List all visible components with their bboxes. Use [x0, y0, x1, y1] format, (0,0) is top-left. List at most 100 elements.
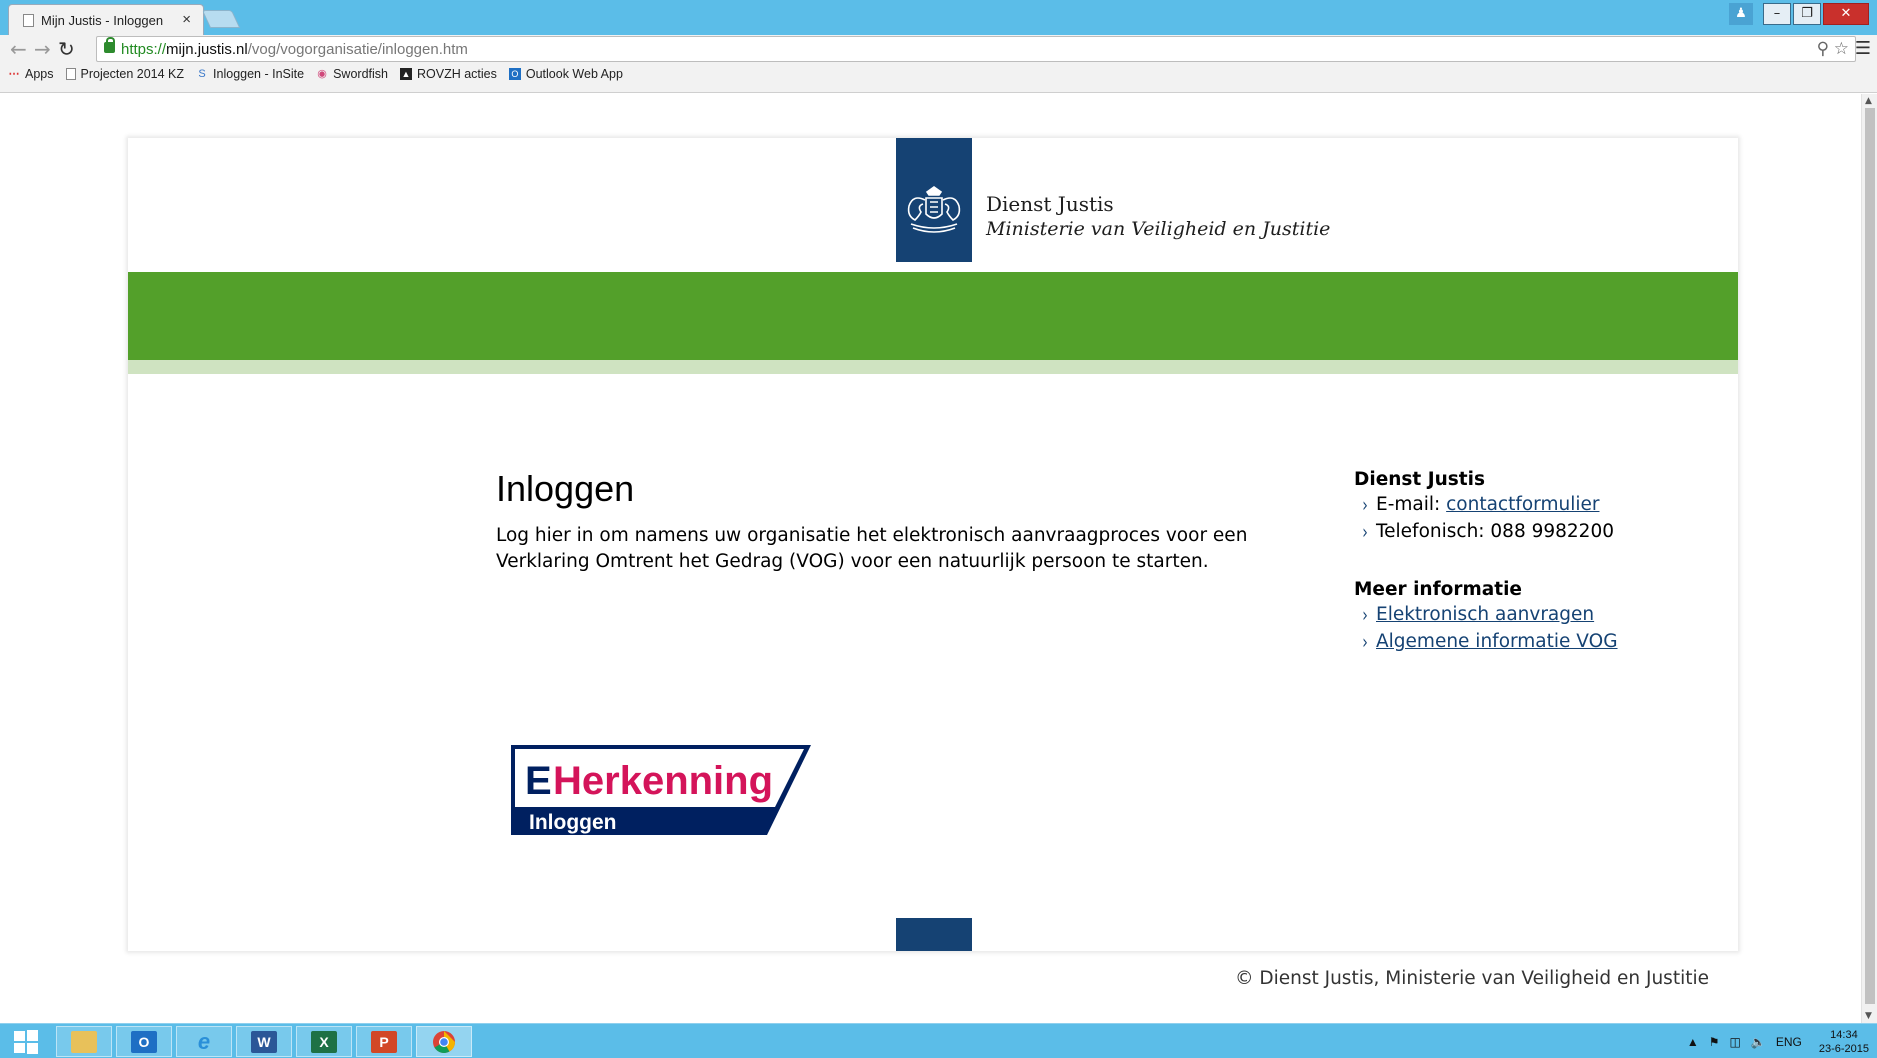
excel-icon: X: [311, 1030, 337, 1053]
page-favicon-icon: [23, 14, 34, 27]
taskbar-word[interactable]: W: [236, 1026, 292, 1057]
eherkenning-brand-e: E: [525, 759, 552, 803]
contact-heading: Dienst Justis: [1354, 469, 1485, 490]
link-elektronisch-aanvragen[interactable]: Elektronisch aanvragen: [1376, 604, 1594, 625]
forward-arrow-icon[interactable]: →: [34, 37, 51, 61]
flag-icon[interactable]: ⚑: [1709, 1035, 1720, 1049]
scrollbar-thumb[interactable]: [1865, 108, 1875, 1004]
chrome-icon: [433, 1030, 455, 1053]
browser-toolbar: ← → ↻ https://mijn.justis.nl/vog/vogorga…: [0, 35, 1877, 93]
page-title: Inloggen: [496, 468, 635, 509]
powerpoint-icon: P: [371, 1030, 397, 1053]
taskbar-powerpoint[interactable]: P: [356, 1026, 412, 1057]
info-link-item: › Elektronisch aanvragen: [1354, 602, 1694, 629]
bookmark-swordfish[interactable]: ◉ Swordfish: [316, 67, 388, 81]
folder-icon: [71, 1030, 97, 1053]
word-icon: W: [251, 1030, 277, 1053]
bookmark-label: Apps: [25, 67, 54, 81]
windows-logo-icon: [14, 1029, 38, 1054]
swordfish-icon: ◉: [317, 68, 327, 80]
clock-time: 14:34: [1830, 1029, 1858, 1041]
page-card: Dienst Justis Ministerie van Veiligheid …: [128, 138, 1738, 951]
page-viewport: Dienst Justis Ministerie van Veiligheid …: [0, 94, 1861, 1023]
bookmark-star-icon[interactable]: ☆: [1834, 39, 1849, 58]
bookmark-label: Swordfish: [333, 67, 388, 81]
clock[interactable]: 14:34 23-6-2015: [1819, 1028, 1869, 1056]
footer-logo-block: [896, 918, 972, 951]
taskbar-outlook[interactable]: O: [116, 1026, 172, 1057]
chevron-right-icon: ›: [1362, 631, 1368, 655]
bookmark-rovzh[interactable]: ▲ ROVZH acties: [399, 67, 497, 81]
email-label: E-mail:: [1376, 494, 1447, 515]
copyright-text: © Dienst Justis, Ministerie van Veilighe…: [1234, 968, 1709, 989]
chrome-user-icon[interactable]: ♟: [1729, 3, 1753, 25]
taskbar-chrome[interactable]: [416, 1026, 472, 1057]
url-scheme: https://: [121, 41, 167, 58]
url-host: mijn.justis.nl: [166, 41, 248, 58]
network-icon[interactable]: ◫: [1730, 1035, 1741, 1049]
reload-icon[interactable]: ↻: [58, 37, 75, 61]
bookmark-apps[interactable]: ⋯ Apps: [8, 67, 54, 81]
taskbar-internet-explorer[interactable]: e: [176, 1026, 232, 1057]
back-arrow-icon[interactable]: ←: [10, 37, 27, 61]
email-item: › E-mail: contactformulier: [1354, 492, 1694, 519]
scroll-down-arrow-icon[interactable]: ▼: [1865, 1011, 1872, 1021]
new-tab-button[interactable]: [201, 10, 241, 28]
minimize-button[interactable]: –: [1763, 3, 1791, 25]
restore-button[interactable]: ❐: [1793, 3, 1821, 25]
eherkenning-action: Inloggen: [529, 811, 617, 834]
main-content: Inloggen Log hier in om namens uw organi…: [496, 468, 1296, 575]
bookmark-insite[interactable]: S Inloggen - InSite: [196, 67, 304, 81]
phone-item: › Telefonisch: 088 9982200: [1354, 519, 1694, 546]
ministry-name: Ministerie van Veiligheid en Justitie: [986, 218, 1331, 240]
page-icon: [65, 68, 76, 80]
volume-icon[interactable]: 🔈: [1751, 1035, 1766, 1049]
vertical-scrollbar[interactable]: ▲ ▼: [1861, 94, 1877, 1023]
rovzh-icon: ▲: [399, 68, 412, 80]
bookmarks-bar: ⋯ Apps Projecten 2014 KZ S Inloggen - InSi…: [8, 63, 635, 85]
eherkenning-login-button[interactable]: E Herkenning Inloggen: [511, 745, 811, 835]
zoom-icon[interactable]: ⚲: [1817, 39, 1829, 58]
scroll-up-arrow-icon[interactable]: ▲: [1865, 96, 1872, 106]
tab-close-icon[interactable]: ×: [182, 11, 191, 28]
tab-title: Mijn Justis - Inloggen: [41, 13, 164, 28]
info-link-item: › Algemene informatie VOG: [1354, 629, 1694, 656]
eherkenning-logo-icon: E Herkenning Inloggen: [511, 745, 811, 835]
secure-lock-icon: [104, 37, 115, 53]
phone-text: Telefonisch: 088 9982200: [1376, 521, 1614, 542]
org-name: Dienst Justis: [986, 192, 1114, 216]
taskbar-file-explorer[interactable]: [56, 1026, 112, 1057]
rijksoverheid-logo: [896, 138, 972, 262]
bookmark-outlook[interactable]: O Outlook Web App: [508, 67, 623, 81]
show-hidden-icons-icon[interactable]: ▲: [1687, 1035, 1699, 1049]
info-heading: Meer informatie: [1354, 579, 1522, 600]
system-tray: ▲ ⚑ ◫ 🔈 ENG 14:34 23-6-2015: [1682, 1028, 1869, 1056]
contact-form-link[interactable]: contactformulier: [1446, 494, 1599, 515]
window-controls: ♟ – ❐ ✕: [1727, 3, 1869, 25]
address-bar[interactable]: https://mijn.justis.nl/vog/vogorganisati…: [96, 36, 1856, 62]
sidebar: Dienst Justis › E-mail: contactformulier …: [1354, 468, 1694, 656]
eherkenning-brand: Herkenning: [553, 759, 773, 803]
start-button[interactable]: [2, 1026, 50, 1057]
outlook-icon: O: [508, 68, 521, 80]
bookmark-label: Projecten 2014 KZ: [80, 67, 185, 81]
taskbar-excel[interactable]: X: [296, 1026, 352, 1057]
windows-taskbar: O e W X P ▲ ⚑ ◫ 🔈 ENG 14:34 23-6-2015: [0, 1023, 1877, 1058]
intro-text: Log hier in om namens uw organisatie het…: [496, 525, 1248, 572]
language-indicator[interactable]: ENG: [1776, 1035, 1802, 1049]
bookmark-label: Inloggen - InSite: [213, 67, 305, 81]
insite-icon: S: [198, 68, 206, 80]
organisation-name: Dienst Justis Ministerie van Veiligheid …: [986, 192, 1330, 240]
address-url: https://mijn.justis.nl/vog/vogorganisati…: [121, 41, 468, 58]
browser-titlebar: Mijn Justis - Inloggen × ♟ – ❐ ✕: [0, 0, 1877, 35]
bookmark-label: Outlook Web App: [525, 67, 623, 81]
bookmark-projecten[interactable]: Projecten 2014 KZ: [65, 67, 185, 81]
chrome-menu-icon[interactable]: ☰: [1855, 38, 1871, 59]
apps-icon: ⋯: [8, 68, 20, 80]
coat-of-arms-icon: [907, 186, 961, 233]
header-green-band: [128, 272, 1738, 360]
close-window-button[interactable]: ✕: [1823, 3, 1869, 25]
browser-tab-active[interactable]: Mijn Justis - Inloggen ×: [8, 4, 204, 35]
link-algemene-informatie-vog[interactable]: Algemene informatie VOG: [1376, 631, 1618, 652]
clock-date: 23-6-2015: [1818, 1043, 1869, 1055]
